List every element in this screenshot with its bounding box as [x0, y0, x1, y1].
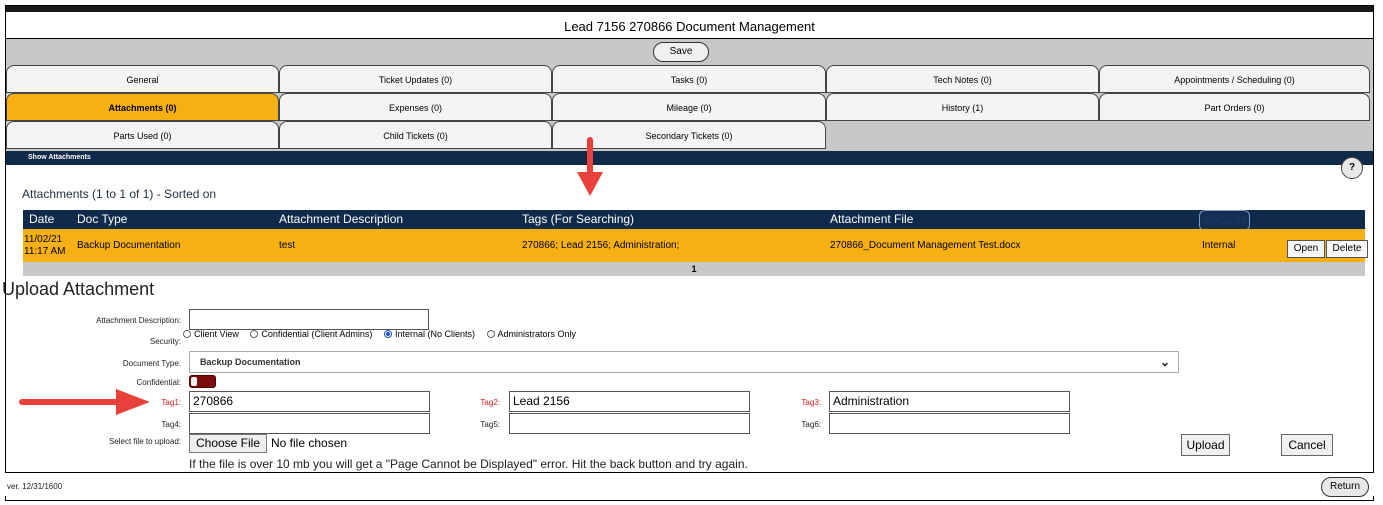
- size-warning: If the file is over 10 mb you will get a…: [189, 457, 748, 471]
- help-button[interactable]: ?: [1341, 157, 1363, 179]
- open-button[interactable]: Open: [1287, 240, 1325, 258]
- save-button[interactable]: Save: [653, 42, 709, 62]
- attachments-table-header: Date Doc Type Attachment Description Tag…: [23, 210, 1365, 231]
- tab-attachments[interactable]: Attachments (0): [6, 93, 279, 121]
- tag5-input[interactable]: [509, 413, 750, 434]
- tab-child-tickets[interactable]: Child Tickets (0): [279, 121, 552, 149]
- radio-selected-icon: [383, 330, 392, 338]
- row-tags: 270866; Lead 2156; Administration;: [522, 240, 680, 251]
- row-description: test: [279, 240, 296, 251]
- upload-button[interactable]: Upload: [1181, 434, 1230, 456]
- tag2-label: Tag2:: [480, 398, 500, 407]
- col-doc-type[interactable]: Doc Type: [77, 210, 127, 229]
- tag6-label: Tag6:: [801, 420, 821, 429]
- tab-history[interactable]: History (1): [826, 93, 1099, 121]
- tag4-label: Tag4:: [161, 420, 181, 429]
- tag2-input[interactable]: Lead 2156: [509, 391, 750, 412]
- file-label: Select file to upload:: [108, 437, 181, 446]
- delete-button[interactable]: Delete: [1326, 240, 1368, 258]
- version-text: ver. 12/31/1600: [7, 482, 63, 491]
- show-attachments-bar[interactable]: Show Attachments: [6, 151, 1373, 165]
- radio-icon: [183, 330, 191, 338]
- chevron-down-icon: ⌄: [1159, 355, 1170, 369]
- confidential-label: Confidential:: [136, 378, 181, 387]
- row-doc-type: Backup Documentation: [77, 240, 181, 251]
- document-type-label: Document Type:: [122, 359, 181, 368]
- col-security[interactable]: Security: [1199, 210, 1251, 231]
- tab-mileage[interactable]: Mileage (0): [552, 93, 826, 121]
- security-radio-group: Client View Confidential (Client Admins)…: [183, 329, 585, 339]
- red-arrow-right-icon: [19, 389, 150, 415]
- upload-title: Upload Attachment: [2, 279, 155, 299]
- col-tags[interactable]: Tags (For Searching): [522, 210, 634, 229]
- row-date: 11/02/21 11:17 AM: [24, 234, 66, 257]
- tab-ticket-updates[interactable]: Ticket Updates (0): [279, 65, 552, 93]
- choose-file-button[interactable]: Choose File: [189, 434, 267, 453]
- tab-tech-notes[interactable]: Tech Notes (0): [826, 65, 1099, 93]
- tag5-label: Tag5:: [480, 420, 500, 429]
- top-border: [6, 6, 1373, 14]
- tab-general[interactable]: General: [6, 65, 279, 93]
- red-arrow-down-icon: [577, 137, 603, 196]
- radio-confidential[interactable]: Confidential (Client Admins): [250, 329, 372, 339]
- row-security: Internal: [1202, 240, 1236, 251]
- col-file[interactable]: Attachment File: [830, 210, 913, 229]
- tab-parts-used[interactable]: Parts Used (0): [6, 121, 279, 149]
- toggle-knob: [191, 377, 197, 386]
- page-number[interactable]: 1: [23, 262, 1365, 276]
- tag3-input[interactable]: Administration: [829, 391, 1070, 412]
- tab-tasks[interactable]: Tasks (0): [552, 65, 826, 93]
- confidential-toggle[interactable]: [189, 375, 216, 388]
- table-row: 11/02/21 11:17 AM Backup Documentation te…: [23, 229, 1368, 262]
- radio-administrators[interactable]: Administrators Only: [486, 329, 576, 339]
- footer: ver. 12/31/1600 Return: [5, 472, 1374, 497]
- security-label: Security:: [149, 337, 181, 346]
- radio-icon: [250, 330, 259, 338]
- attachment-description-input[interactable]: [189, 309, 429, 330]
- window-title: Lead 7156 270866 Document Management: [6, 15, 1373, 39]
- description-label: Attachment Description:: [96, 316, 181, 325]
- radio-internal[interactable]: Internal (No Clients): [383, 329, 475, 339]
- tag1-input[interactable]: 270866: [189, 391, 430, 412]
- document-type-value: Backup Documentation: [200, 357, 301, 367]
- tab-strip: General Ticket Updates (0) Tasks (0) Tec…: [6, 65, 1373, 151]
- attachments-heading: Attachments (1 to 1 of 1) - Sorted on: [22, 187, 217, 201]
- radio-client-view[interactable]: Client View: [183, 329, 239, 339]
- save-bar: Save: [6, 39, 1373, 65]
- tag1-label: Tag1:: [161, 398, 181, 407]
- no-file-text: No file chosen: [271, 436, 348, 450]
- col-description[interactable]: Attachment Description: [279, 210, 403, 229]
- tab-part-orders[interactable]: Part Orders (0): [1099, 93, 1370, 121]
- tab-appointments[interactable]: Appointments / Scheduling (0): [1099, 65, 1370, 93]
- radio-icon: [486, 330, 495, 338]
- cancel-button[interactable]: Cancel: [1281, 434, 1333, 456]
- tag4-input[interactable]: [189, 413, 430, 434]
- tag3-label: Tag3:: [801, 398, 821, 407]
- col-date[interactable]: Date: [29, 210, 54, 229]
- row-file: 270866_Document Management Test.docx: [830, 240, 1021, 251]
- document-type-select[interactable]: Backup Documentation ⌄: [189, 351, 1179, 373]
- tag6-input[interactable]: [829, 413, 1070, 434]
- tab-expenses[interactable]: Expenses (0): [279, 93, 552, 121]
- return-button[interactable]: Return: [1321, 477, 1369, 497]
